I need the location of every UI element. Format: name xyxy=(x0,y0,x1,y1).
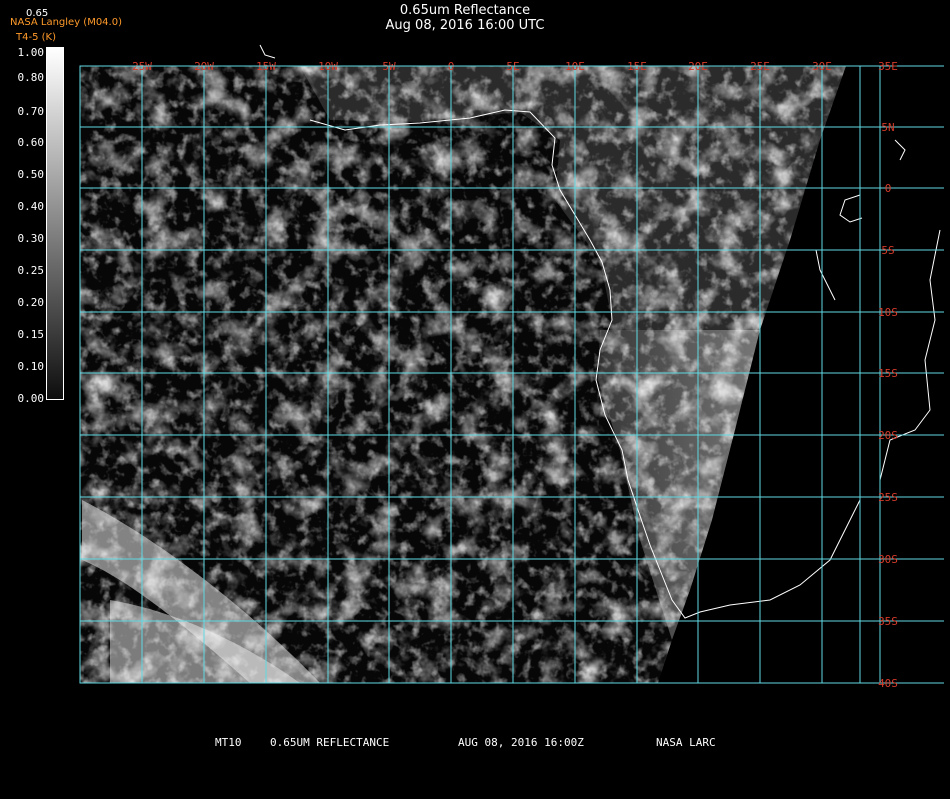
lat-label: 35E xyxy=(878,60,898,73)
footer-source: NASA LARC xyxy=(656,736,716,749)
footer-satellite: MT10 xyxy=(215,736,242,749)
lat-label: 0 xyxy=(885,182,892,195)
coast-fragment xyxy=(259,44,276,59)
satellite-map: 25W 20W 15W 10W 5W 0 5E 10E 15E 20E 25E 30E 35E5N05S… xyxy=(79,44,944,690)
lat-label: 20S xyxy=(878,429,898,442)
lat-label: 25S xyxy=(878,491,898,504)
lat-label: 5N xyxy=(881,121,894,134)
lat-label: 30S xyxy=(878,553,898,566)
footer-product: 0.65UM REFLECTANCE xyxy=(270,736,390,749)
footer-date: AUG 08, 2016 16:00Z xyxy=(458,736,584,749)
footer-bar: MT10 0.65UM REFLECTANCE AUG 08, 2016 16:… xyxy=(0,734,950,750)
africa-east-coast xyxy=(879,229,941,481)
lake-outline xyxy=(815,249,836,301)
lake-victoria xyxy=(839,194,863,223)
coast-fragment xyxy=(894,139,906,161)
lat-label: 10S xyxy=(878,306,898,319)
lat-label: 40S xyxy=(878,677,898,690)
lat-label: 5S xyxy=(881,244,894,257)
lat-label: 35S xyxy=(878,615,898,628)
lat-label: 15S xyxy=(878,367,898,380)
